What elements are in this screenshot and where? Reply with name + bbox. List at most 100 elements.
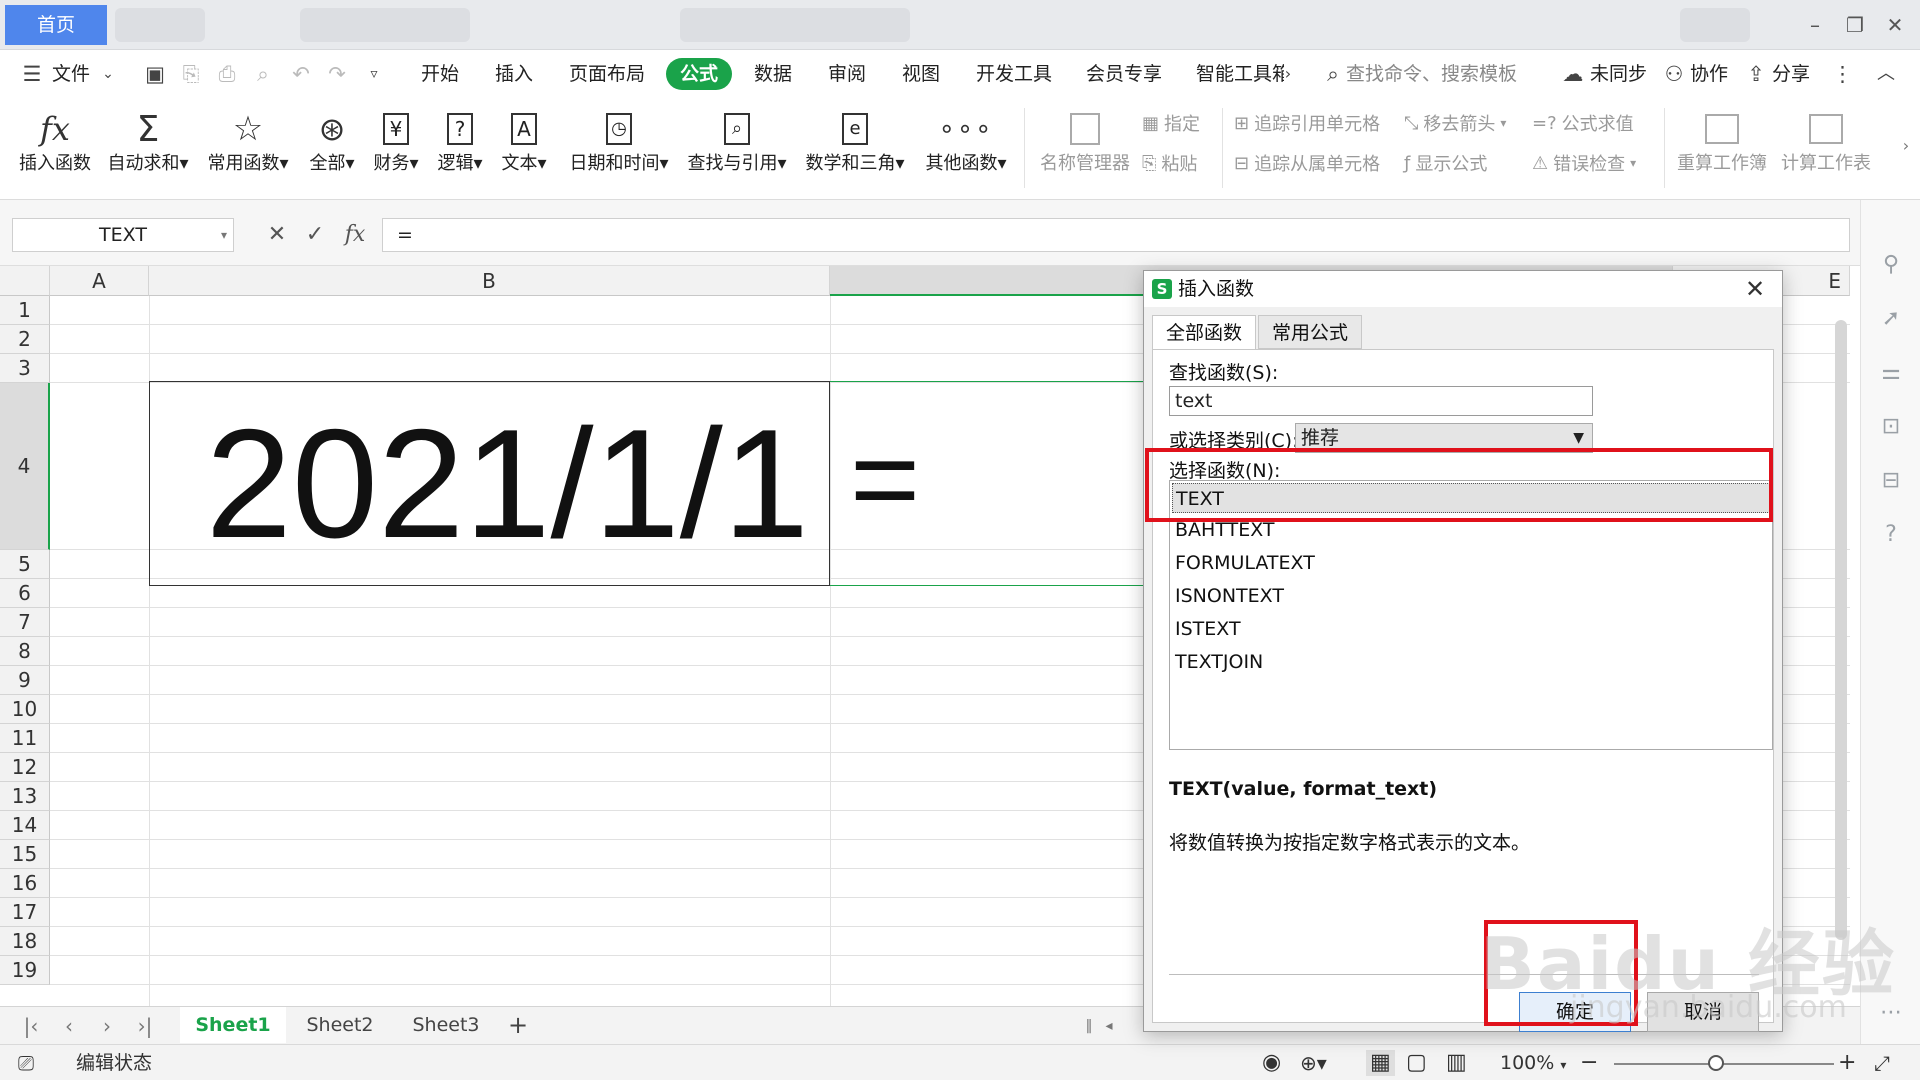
row-header[interactable]: 4 xyxy=(0,383,50,550)
trace-precedents-button[interactable]: ⊞ 追踪引用单元格 xyxy=(1234,110,1380,136)
share-button[interactable]: 分享 xyxy=(1772,58,1810,90)
cloud-sync-icon[interactable]: ☁ xyxy=(1558,58,1588,90)
restore-icon[interactable]: ❐ xyxy=(1840,10,1870,40)
menu-smart-tools[interactable]: 智能工具箱 xyxy=(1196,58,1284,90)
row-header[interactable]: 18 xyxy=(0,927,50,956)
data-icon[interactable]: ⊡ xyxy=(1878,414,1904,440)
row-header[interactable]: 13 xyxy=(0,782,50,811)
trace-dependents-button[interactable]: ⊟ 追踪从属单元格 xyxy=(1234,150,1380,176)
list-item-textjoin[interactable]: TEXTJOIN xyxy=(1175,647,1263,677)
row-header[interactable]: 19 xyxy=(0,956,50,985)
specify-button[interactable]: ▦ 指定 xyxy=(1142,110,1200,136)
print-preview-icon[interactable]: ⌕ xyxy=(248,58,278,90)
function-search-input[interactable]: text xyxy=(1169,386,1593,416)
calculate-sheet-button[interactable]: 计算工作表 xyxy=(1778,106,1874,176)
row-header[interactable]: 10 xyxy=(0,695,50,724)
print-icon[interactable]: ⎙ xyxy=(212,58,242,90)
name-manager-button[interactable]: 名称管理器 xyxy=(1036,106,1134,176)
list-item-formulatext[interactable]: FORMULATEXT xyxy=(1175,548,1315,578)
home-tab[interactable]: 首页 xyxy=(5,5,107,45)
first-sheet-icon[interactable]: |‹ xyxy=(16,1011,46,1041)
page-layout-view-icon[interactable]: ▢ xyxy=(1406,1050,1427,1076)
redo-icon[interactable]: ↷ xyxy=(322,58,352,90)
show-formulas-button[interactable]: ƒ 显示公式 xyxy=(1404,150,1487,176)
zoom-slider-thumb[interactable] xyxy=(1708,1055,1724,1071)
column-header-b[interactable]: B xyxy=(149,266,830,296)
common-functions-button[interactable]: ☆ 常用函数▾ xyxy=(204,106,292,176)
row-header[interactable]: 15 xyxy=(0,840,50,869)
recalculate-workbook-button[interactable]: 重算工作簿 xyxy=(1672,106,1772,176)
help-icon[interactable]: ? xyxy=(1878,522,1904,548)
text-button[interactable]: A 文本▾ xyxy=(496,106,552,176)
insert-function-button[interactable]: fx 插入函数 xyxy=(12,106,98,176)
autosum-button[interactable]: Σ 自动求和▾ xyxy=(104,106,192,176)
row-header[interactable]: 7 xyxy=(0,608,50,637)
vertical-scrollbar[interactable] xyxy=(1835,320,1847,940)
collapse-ribbon-icon[interactable]: ︿ xyxy=(1872,58,1900,90)
paste-button[interactable]: ⎘ 粘贴 xyxy=(1142,150,1197,176)
lookup-reference-button[interactable]: ⌕ 查找与引用▾ xyxy=(684,106,790,176)
minimize-icon[interactable]: – xyxy=(1800,10,1830,40)
menu-member[interactable]: 会员专享 xyxy=(1086,58,1162,90)
row-header[interactable]: 2 xyxy=(0,325,50,354)
zoom-slider[interactable] xyxy=(1614,1063,1834,1065)
save-icon[interactable]: ▣ xyxy=(140,58,170,90)
row-header[interactable]: 6 xyxy=(0,579,50,608)
search-icon[interactable]: ⌕ xyxy=(1320,58,1346,90)
row-header[interactable]: 5 xyxy=(0,550,50,579)
more-options-icon[interactable]: ⋮ xyxy=(1832,58,1853,90)
row-header[interactable]: 8 xyxy=(0,637,50,666)
confirm-entry-icon[interactable]: ✓ xyxy=(300,218,330,252)
hamburger-menu-icon[interactable]: ☰ xyxy=(18,58,46,90)
all-functions-button[interactable]: ⊛ 全部▾ xyxy=(304,106,360,176)
menu-view[interactable]: 视图 xyxy=(902,58,940,90)
row-header[interactable]: 16 xyxy=(0,869,50,898)
cell-b4[interactable]: 2021/1/1 xyxy=(149,381,830,586)
eye-protection-icon[interactable]: ◉ xyxy=(1262,1050,1281,1076)
row-header[interactable]: 1 xyxy=(0,296,50,325)
row-header[interactable]: 3 xyxy=(0,354,50,383)
menu-developer[interactable]: 开发工具 xyxy=(976,58,1052,90)
layout-mode-icon[interactable]: ⊕▾ xyxy=(1300,1050,1327,1076)
document-tab[interactable] xyxy=(300,8,470,42)
hscroll-left-icon[interactable]: ◂ xyxy=(1094,1011,1124,1041)
menu-page-layout[interactable]: 页面布局 xyxy=(569,58,645,90)
sheet-tab-sheet1[interactable]: Sheet1 xyxy=(180,1007,286,1043)
remove-arrows-button[interactable]: ⤡ 移去箭头 ▾ xyxy=(1404,110,1506,136)
undo-icon[interactable]: ↶ xyxy=(286,58,316,90)
sheet-tab-sheet3[interactable]: Sheet3 xyxy=(396,1007,496,1043)
financial-button[interactable]: ¥ 财务▾ xyxy=(368,106,424,176)
list-item-isnontext[interactable]: ISNONTEXT xyxy=(1175,581,1284,611)
macro-record-icon[interactable]: ⎚ xyxy=(18,1050,34,1076)
format-painter-icon[interactable]: ⎘ xyxy=(176,58,206,90)
math-trig-button[interactable]: e 数学和三角▾ xyxy=(802,106,908,176)
menu-start[interactable]: 开始 xyxy=(421,58,459,90)
insert-function-icon[interactable]: fx xyxy=(340,218,370,252)
sheet-tab-sheet2[interactable]: Sheet2 xyxy=(290,1007,390,1043)
row-header[interactable]: 12 xyxy=(0,753,50,782)
error-check-button[interactable]: ⚠ 错误检查 ▾ xyxy=(1532,150,1636,176)
date-time-button[interactable]: ◷ 日期和时间▾ xyxy=(566,106,672,176)
column-header-a[interactable]: A xyxy=(50,266,149,296)
close-icon[interactable]: ✕ xyxy=(1740,273,1770,305)
last-sheet-icon[interactable]: ›| xyxy=(130,1011,160,1041)
name-box[interactable]: TEXT ▾ xyxy=(12,218,234,252)
menu-file[interactable]: 文件 xyxy=(52,58,90,90)
menu-data[interactable]: 数据 xyxy=(754,58,792,90)
tab-common-formulas[interactable]: 常用公式 xyxy=(1258,315,1362,349)
prev-sheet-icon[interactable]: ‹ xyxy=(54,1011,84,1041)
list-item-istext[interactable]: ISTEXT xyxy=(1175,614,1241,644)
cancel-entry-icon[interactable]: ✕ xyxy=(262,218,292,252)
close-window-icon[interactable]: ✕ xyxy=(1880,10,1910,40)
document-tab[interactable] xyxy=(115,8,205,42)
menu-insert[interactable]: 插入 xyxy=(495,58,533,90)
add-sheet-button[interactable]: + xyxy=(500,1007,536,1043)
zoom-out-icon[interactable]: − xyxy=(1580,1050,1598,1076)
cell-c4-active[interactable]: = xyxy=(830,381,1150,586)
select-all-corner[interactable] xyxy=(0,266,50,296)
normal-view-icon[interactable]: ▦ xyxy=(1366,1050,1395,1076)
tab-all-functions[interactable]: 全部函数 xyxy=(1152,315,1256,350)
quick-access-dropdown-icon[interactable]: ▿ xyxy=(362,58,386,90)
name-box-dropdown-icon[interactable]: ▾ xyxy=(221,219,227,251)
collaborate-button[interactable]: 协作 xyxy=(1690,58,1728,90)
